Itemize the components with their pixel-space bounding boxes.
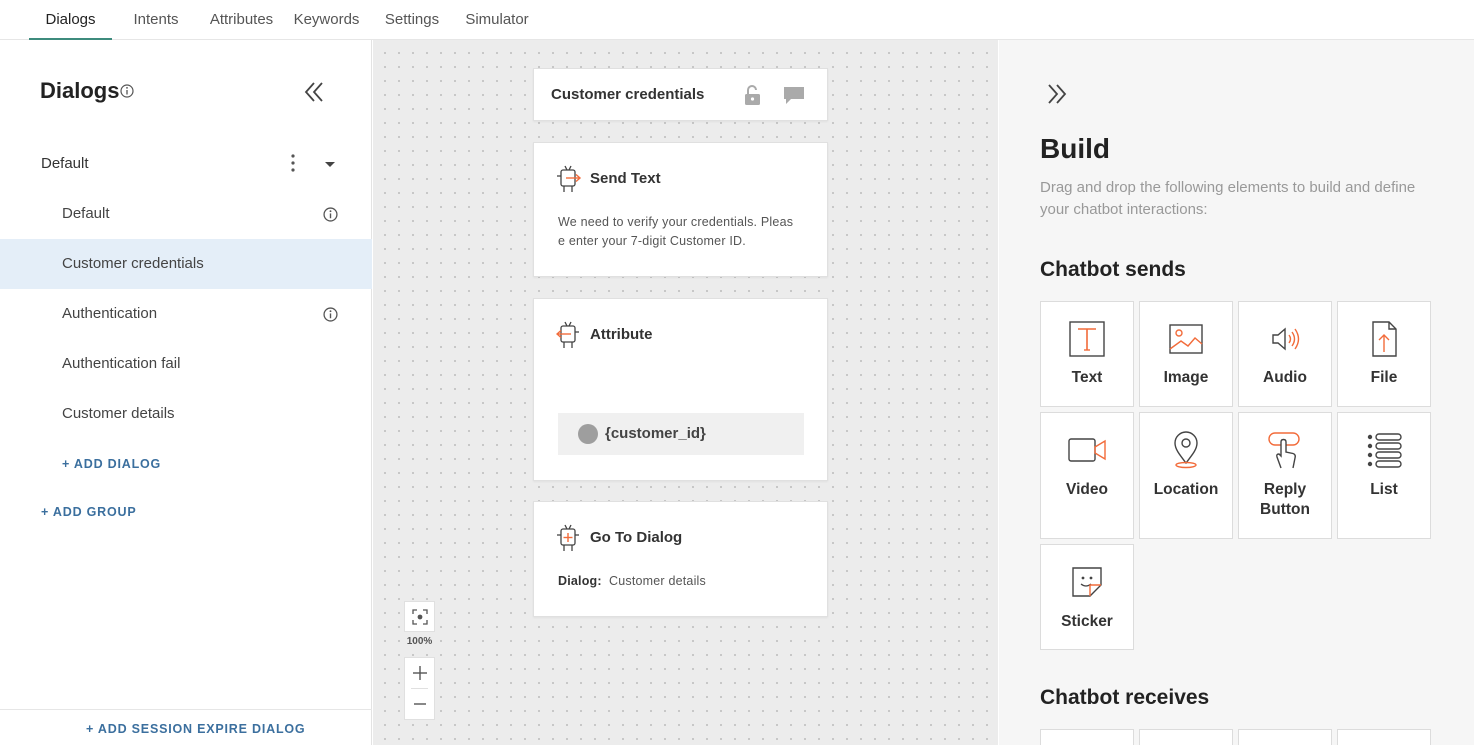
dialog-label: Customer details <box>62 405 175 422</box>
add-session-expire-dialog-link[interactable]: + ADD SESSION EXPIRE DIALOG <box>86 722 305 736</box>
tab-keywords[interactable]: Keywords <box>290 0 363 40</box>
tab-settings[interactable]: Settings <box>378 0 446 40</box>
build-panel: Build Drag and drop the following elemen… <box>999 40 1474 745</box>
fit-to-screen-button[interactable] <box>404 601 435 632</box>
attribute-chip[interactable]: {customer_id} <box>558 413 804 455</box>
build-title: Build <box>1040 133 1110 164</box>
dialog-header-card[interactable]: Customer credentials <box>533 68 828 121</box>
dialog-field-value: Customer details <box>609 574 706 588</box>
location-element-tile[interactable]: Location <box>1139 412 1233 539</box>
list-icon <box>1367 433 1402 468</box>
card-title: Send Text <box>590 170 661 187</box>
sidebar-item-customer-credentials[interactable]: Customer credentials <box>0 239 372 289</box>
chatbot-receives-title: Chatbot receives <box>1040 686 1210 709</box>
fit-screen-icon <box>412 609 428 625</box>
group-label: Default <box>41 155 89 172</box>
tile-label: Image <box>1163 369 1209 386</box>
chatbot-sends-title: Chatbot sends <box>1040 258 1186 281</box>
sidebar-item-default[interactable]: Default <box>0 189 372 239</box>
sticker-icon <box>1072 567 1102 597</box>
sidebar-item-customer-details[interactable]: Customer details <box>0 389 372 439</box>
reply-button-element-tile[interactable]: Reply Button <box>1238 412 1332 539</box>
kebab-menu-icon[interactable] <box>286 153 300 173</box>
dialogs-sidebar: Dialogs Default Default Customer credent… <box>0 40 372 745</box>
send-text-line-1: We need to verify your credentials. Plea… <box>558 215 794 229</box>
tile-label: Location <box>1153 481 1219 498</box>
tile-label: Video <box>1066 481 1108 498</box>
sidebar-footer: + ADD SESSION EXPIRE DIALOG <box>0 709 372 745</box>
info-icon[interactable] <box>323 207 338 222</box>
caret-down-icon[interactable] <box>322 156 338 172</box>
audio-element-tile[interactable]: Audio <box>1238 301 1332 407</box>
tile-label: Reply Button <box>1260 481 1310 518</box>
zoom-level: 100% <box>406 636 433 647</box>
comment-icon[interactable] <box>782 85 806 105</box>
add-dialog-link[interactable]: + ADD DIALOG <box>62 457 161 471</box>
top-nav: Dialogs Intents Attributes Keywords Sett… <box>0 0 1474 40</box>
list-element-tile[interactable]: List <box>1337 412 1431 539</box>
collapse-sidebar-icon[interactable] <box>302 80 326 104</box>
audio-icon <box>1272 327 1300 351</box>
receive-element-tile[interactable] <box>1139 729 1233 745</box>
sticker-element-tile[interactable]: Sticker <box>1040 544 1134 650</box>
sidebar-item-authentication-fail[interactable]: Authentication fail <box>0 339 372 389</box>
video-icon <box>1068 438 1106 462</box>
dialog-group-default[interactable]: Default <box>0 140 372 186</box>
attribute-value: {customer_id} <box>605 425 706 442</box>
robot-goto-icon <box>557 524 579 551</box>
dialog-field-label: Dialog: <box>558 574 602 588</box>
dialog-label: Customer credentials <box>62 255 204 272</box>
unlock-icon[interactable] <box>743 84 763 106</box>
tab-simulator[interactable]: Simulator <box>460 0 534 40</box>
tab-attributes[interactable]: Attributes <box>203 0 280 40</box>
build-description: Drag and drop the following elements to … <box>1040 179 1416 218</box>
text-element-tile[interactable]: Text <box>1040 301 1134 407</box>
receive-element-tile[interactable] <box>1238 729 1332 745</box>
dialog-title: Customer credentials <box>551 86 705 103</box>
receive-element-tile[interactable] <box>1040 729 1134 745</box>
tile-label: List <box>1370 481 1398 498</box>
receive-element-tile[interactable] <box>1337 729 1431 745</box>
robot-attribute-icon <box>556 321 579 348</box>
sidebar-item-authentication[interactable]: Authentication <box>0 289 372 339</box>
dialog-label: Authentication fail <box>62 355 181 372</box>
tile-label: Audio <box>1263 369 1307 386</box>
reply-button-icon <box>1268 432 1300 469</box>
info-icon[interactable] <box>323 307 338 322</box>
minus-icon <box>414 703 426 705</box>
sidebar-title: Dialogs <box>40 78 120 103</box>
card-title: Attribute <box>590 326 653 343</box>
image-element-tile[interactable]: Image <box>1139 301 1233 407</box>
video-element-tile[interactable]: Video <box>1040 412 1134 539</box>
plus-icon <box>413 666 427 680</box>
attribute-card[interactable]: Attribute {customer_id} <box>533 298 828 481</box>
tile-label: File <box>1370 369 1398 386</box>
tab-intents[interactable]: Intents <box>124 0 188 40</box>
tab-dialogs[interactable]: Dialogs <box>29 0 112 40</box>
card-title: Go To Dialog <box>590 529 683 546</box>
send-text-line-2: e enter your 7-digit Customer ID. <box>558 234 746 248</box>
zoom-in-button[interactable] <box>405 658 434 688</box>
send-text-card[interactable]: Send Text We need to verify your credent… <box>533 142 828 277</box>
location-icon <box>1174 431 1198 469</box>
file-icon <box>1372 321 1397 357</box>
file-element-tile[interactable]: File <box>1337 301 1431 407</box>
robot-send-icon <box>557 165 582 192</box>
text-icon <box>1069 321 1105 357</box>
zoom-controls <box>404 657 435 720</box>
dialog-label: Authentication <box>62 305 158 322</box>
dialog-label: Default <box>62 205 110 222</box>
dialog-canvas[interactable]: Customer credentials Send Text We need t… <box>373 40 998 745</box>
info-icon[interactable] <box>120 84 134 98</box>
tile-label: Text <box>1071 369 1103 386</box>
add-group-link[interactable]: + ADD GROUP <box>41 505 137 519</box>
collapse-panel-icon[interactable] <box>1045 82 1069 106</box>
attribute-status-dot <box>578 424 598 444</box>
go-to-dialog-card[interactable]: Go To Dialog Dialog: Customer details <box>533 501 828 617</box>
image-icon <box>1169 324 1203 354</box>
zoom-out-button[interactable] <box>405 689 434 719</box>
tile-label: Sticker <box>1061 613 1113 630</box>
